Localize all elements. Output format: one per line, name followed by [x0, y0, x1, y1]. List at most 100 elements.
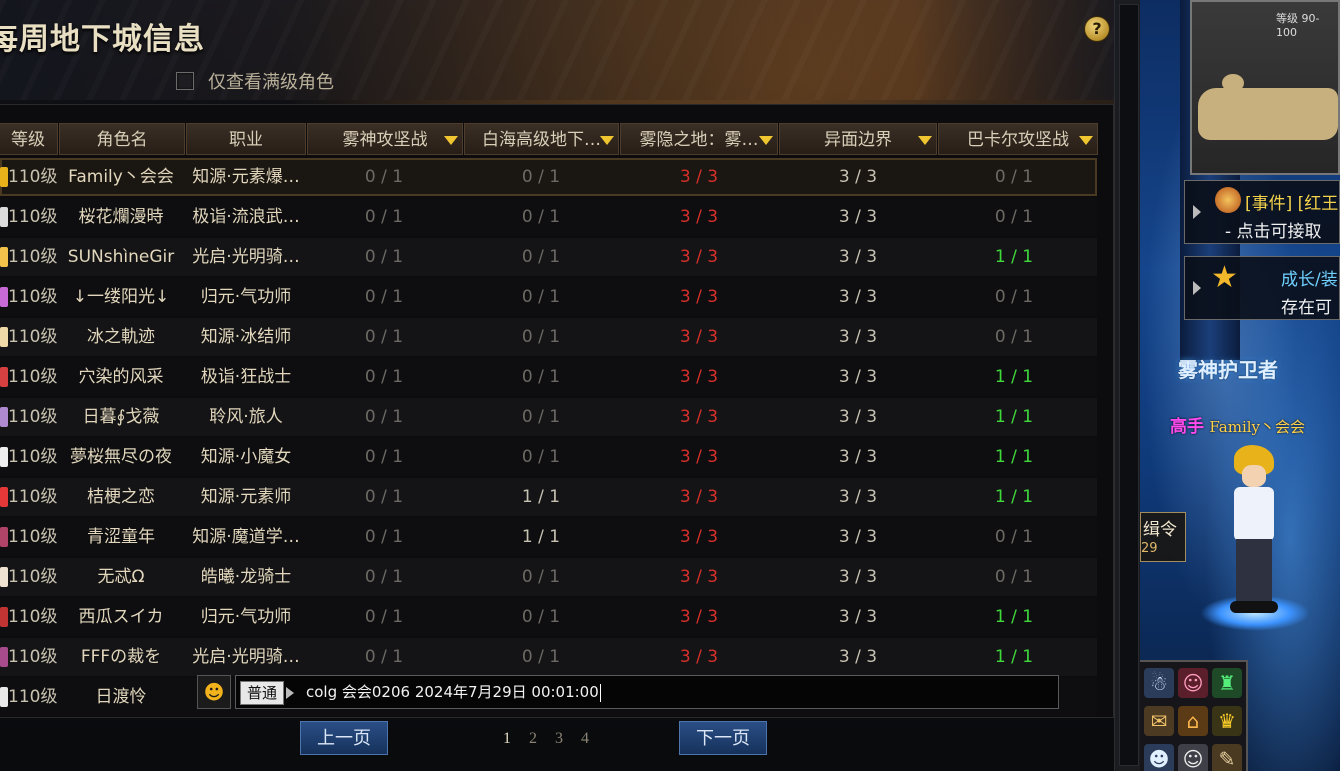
header-dungeon-3[interactable]: 雾隐之地：雾… [620, 123, 778, 155]
home-menu-icon[interactable]: ⌂ [1178, 706, 1208, 736]
emoji-icon[interactable]: ☻ [197, 675, 231, 709]
header-dungeon-5[interactable]: 巴卡尔攻坚战 [938, 123, 1098, 155]
character-job: 知源·小魔女 [200, 447, 292, 467]
dungeon-4-progress: 3 / 3 [838, 367, 878, 387]
party-menu-icon[interactable]: ☻ [1144, 744, 1174, 771]
level-text: 110级 [8, 247, 58, 267]
max-level-checkbox[interactable] [176, 72, 194, 90]
table-row[interactable]: 110级 FFFの裁を 光启·光明骑… 0 / 1 0 / 1 3 / 3 3 / 3 1 /… [0, 638, 1097, 676]
page-2[interactable]: 2 [529, 730, 537, 747]
book-menu-icon[interactable]: ✎ [1212, 744, 1242, 771]
level-text: 110级 [8, 607, 58, 627]
event-icon [1215, 187, 1241, 213]
quest-count: 29 [1141, 541, 1158, 556]
table-row[interactable]: 110级 ↓一缕阳光↓ 归元·气功师 0 / 1 0 / 1 3 / 3 3 / 3 0 / … [0, 278, 1097, 316]
table-row[interactable]: 110级 桔梗之恋 知源·元素师 0 / 1 1 / 1 3 / 3 3 / 3 1 / 1 [0, 478, 1097, 516]
table-row[interactable]: 110级 西瓜スイカ 归元·气功师 0 / 1 0 / 1 3 / 3 3 / 3 1 / 1 [0, 598, 1097, 636]
dungeon-5-progress: 1 / 1 [994, 487, 1034, 507]
next-page-button[interactable]: 下一页 [679, 721, 767, 755]
header-job[interactable]: 职业 [186, 123, 306, 155]
level-cell: 110级 [0, 158, 58, 196]
dungeon-4-progress: 3 / 3 [838, 247, 878, 267]
scrollbar-thumb[interactable] [1119, 4, 1139, 766]
level-text: 110级 [8, 527, 58, 547]
header-level[interactable]: 等级 [0, 123, 58, 155]
dungeon-2-progress: 0 / 1 [521, 287, 561, 307]
header-name[interactable]: 角色名 [59, 123, 185, 155]
level-cell: 110级 [0, 558, 58, 596]
character-avatar-icon [0, 567, 8, 587]
table-row[interactable]: 110级 日暮∮戈薇 聆风·旅人 0 / 1 0 / 1 3 / 3 3 / 3 1 / 1 [0, 398, 1097, 436]
dungeon-3-progress: 3 / 3 [679, 287, 719, 307]
dungeon-5-progress: 1 / 1 [994, 607, 1034, 627]
dungeon-4-progress: 3 / 3 [838, 567, 878, 587]
level-text: 110级 [8, 287, 58, 307]
table-row[interactable]: 110级 无忒Ω 皓曦·龙骑士 0 / 1 0 / 1 3 / 3 3 / 3 0 / 1 [0, 558, 1097, 596]
character-avatar-icon [0, 247, 8, 267]
mail-menu-icon[interactable]: ✉ [1144, 706, 1174, 736]
header-dungeon-1[interactable]: 雾神攻坚战 [307, 123, 463, 155]
header-dungeon-4[interactable]: 异面边界 [779, 123, 937, 155]
level-text: 110级 [8, 207, 58, 227]
dropdown-arrow-icon[interactable] [759, 136, 773, 145]
guild-menu-icon[interactable]: ♜ [1212, 668, 1242, 698]
dungeon-2-progress: 0 / 1 [521, 247, 561, 267]
table-row[interactable]: 110级 冰之軌迹 知源·冰结师 0 / 1 0 / 1 3 / 3 3 / 3 0 / 1 [0, 318, 1097, 356]
table-row[interactable]: 110级 穴染的风采 极诣·狂战士 0 / 1 0 / 1 3 / 3 3 / 3 1 / 1 [0, 358, 1097, 396]
character-job: 知源·元素师 [200, 487, 292, 507]
channel-arrow-icon[interactable] [286, 687, 294, 699]
star-icon: ★ [1211, 260, 1238, 295]
dropdown-arrow-icon[interactable] [1079, 136, 1093, 145]
prev-page-button[interactable]: 上一页 [300, 721, 388, 755]
table-row[interactable]: 110级 SUNshìneGir 光启·光明骑… 0 / 1 0 / 1 3 / 3 3 /… [0, 238, 1097, 276]
character-shoes [1230, 601, 1278, 613]
growth-notification[interactable]: ★ 成长/装 存在可 [1184, 256, 1340, 320]
page-4[interactable]: 4 [581, 730, 589, 747]
table-row[interactable]: 110级 青涩童年 知源·魔道学… 0 / 1 1 / 1 3 / 3 3 / 3 0 / 1 [0, 518, 1097, 556]
dungeon-1-progress: 0 / 1 [364, 487, 404, 507]
character-name: ↓一缕阳光↓ [72, 287, 170, 307]
help-icon[interactable]: ? [1085, 17, 1109, 41]
page-3[interactable]: 3 [555, 730, 563, 747]
header-dungeon-2[interactable]: 白海高级地下… [464, 123, 619, 155]
dungeon-4-progress: 3 / 3 [838, 447, 878, 467]
dropdown-arrow-icon[interactable] [444, 136, 458, 145]
dungeon-1-progress: 0 / 1 [364, 647, 404, 667]
character-face [1242, 465, 1266, 487]
dungeon-1-progress: 0 / 1 [364, 527, 404, 547]
table-row[interactable]: 110级 桜花爛漫時 极诣·流浪武… 0 / 1 0 / 1 3 / 3 3 / 3 0 / … [0, 198, 1097, 236]
friend-menu-icon[interactable]: ☺ [1178, 744, 1208, 771]
character-avatar-icon [0, 447, 8, 467]
dungeon-3-progress: 3 / 3 [679, 647, 719, 667]
level-cell: 110级 [0, 638, 58, 676]
character-name: SUNshìneGir [67, 247, 175, 267]
chat-channel-button[interactable]: 普通 [240, 681, 285, 705]
crown-icon[interactable]: ♛ [1212, 706, 1242, 736]
dropdown-arrow-icon[interactable] [600, 136, 614, 145]
avatar-menu-icon[interactable]: ☺ [1178, 668, 1208, 698]
page-1[interactable]: 1 [503, 730, 511, 747]
player-character[interactable] [1226, 445, 1282, 615]
quest-box[interactable]: 缉令 29 [1140, 512, 1186, 562]
scrollbar[interactable] [1114, 0, 1141, 771]
chat-text[interactable]: colg 会会0206 2024年7月29日 00:01:00 [306, 676, 601, 708]
character-name: Family丶会会 [68, 167, 174, 187]
table-row[interactable]: 110级 夢桜無尽の夜 知源·小魔女 0 / 1 0 / 1 3 / 3 3 / 3 1 / … [0, 438, 1097, 476]
chat-input[interactable]: 普通 colg 会会0206 2024年7月29日 00:01:00 [235, 675, 1059, 709]
minimap-land [1198, 88, 1338, 140]
max-level-filter[interactable]: 仅查看满级角色 [176, 68, 334, 94]
table-row[interactable]: 110级 Family丶会会 知源·元素爆… 0 / 1 0 / 1 3 / 3 3 / 3… [0, 158, 1097, 196]
character-avatar-icon [0, 527, 8, 547]
character-avatar-icon [0, 167, 8, 187]
expand-arrow-icon[interactable] [1193, 205, 1201, 219]
dropdown-arrow-icon[interactable] [918, 136, 932, 145]
minimap[interactable]: 等级 90-100 [1190, 0, 1340, 175]
expand-arrow-icon[interactable] [1193, 281, 1201, 295]
dungeon-2-progress: 0 / 1 [521, 207, 561, 227]
character-avatar-icon [0, 327, 8, 347]
character-menu-icon[interactable]: ☃ [1144, 668, 1174, 698]
player-tag: 高手 Family丶会会 [1170, 412, 1305, 437]
event-notification[interactable]: [事件] [红王 - 点击可接取 [1184, 180, 1340, 244]
dungeon-5-progress: 1 / 1 [994, 647, 1034, 667]
level-text: 110级 [8, 367, 58, 387]
